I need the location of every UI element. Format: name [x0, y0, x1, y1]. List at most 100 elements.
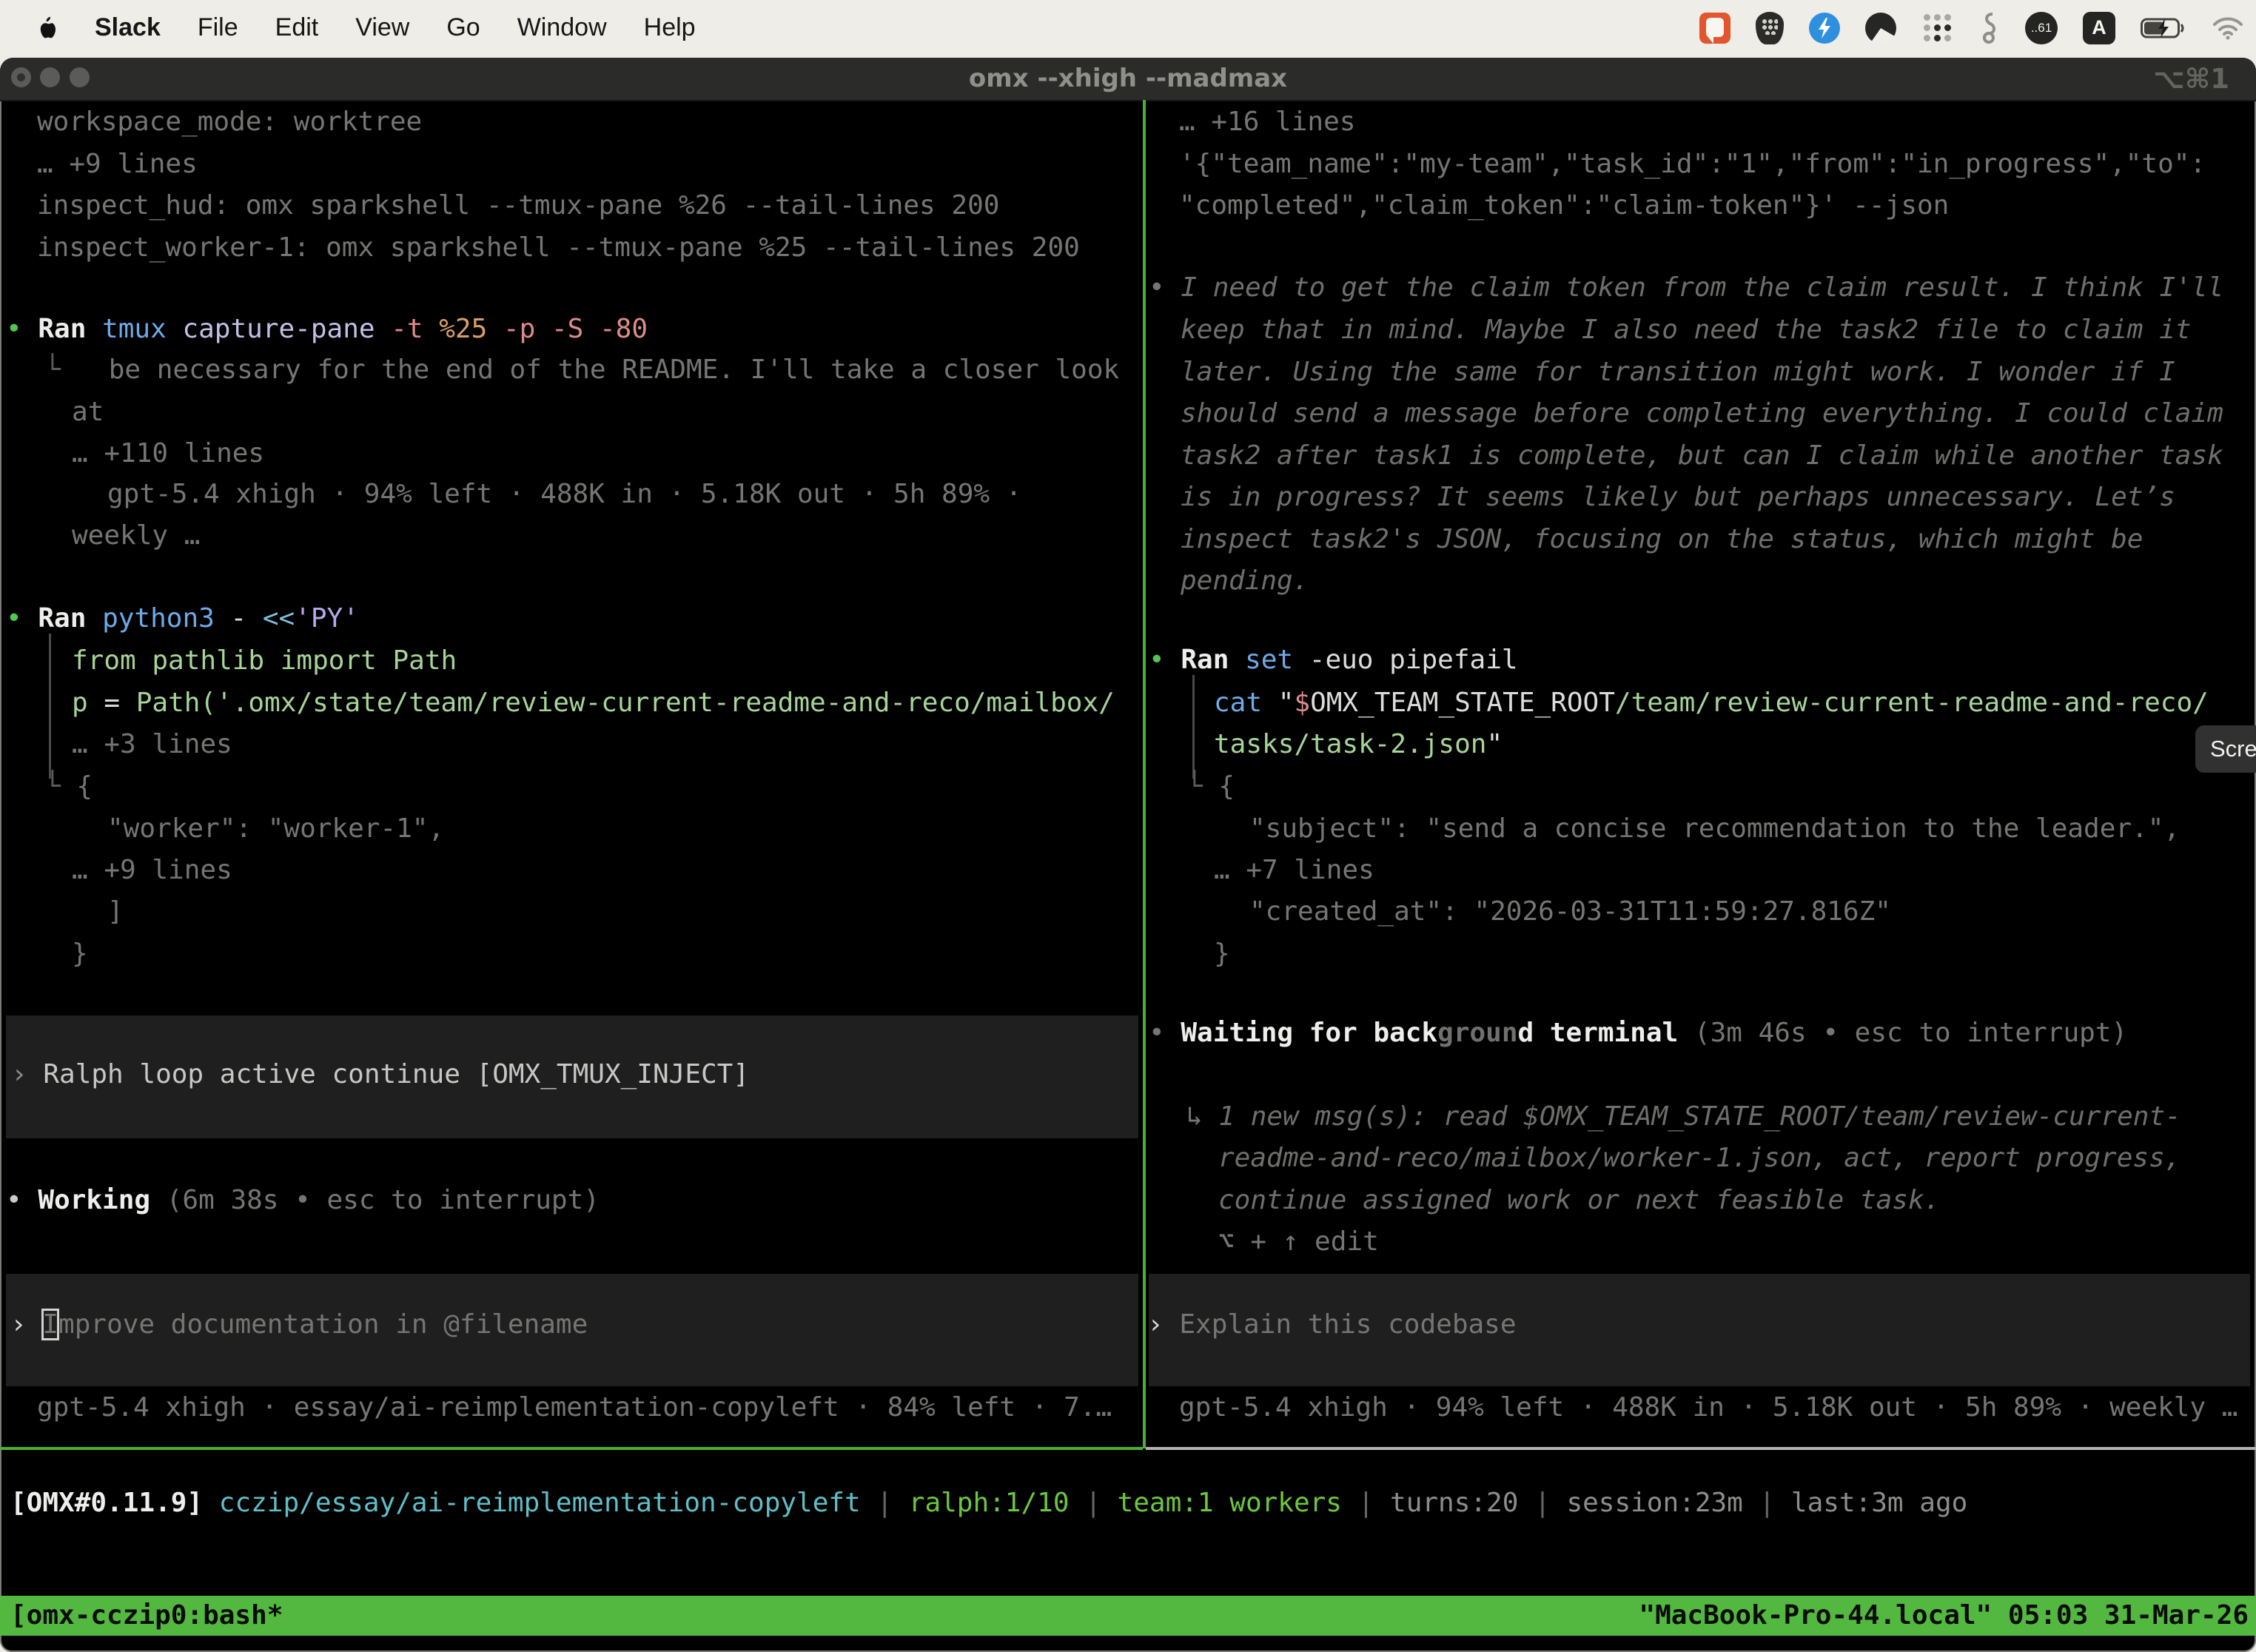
terminal-line: ↳ 1 new msg(s): read $OMX_TEAM_STATE_ROO… [1186, 1100, 2181, 1134]
terminal-line: … +16 lines [1179, 105, 1355, 139]
terminal-line: inspect task2's JSON, focusing on the st… [1181, 523, 2143, 557]
term-segment: groun [1437, 1018, 1517, 1048]
terminal-line: gpt-5.4 xhigh · essay/ai-reimplementatio… [37, 1391, 1112, 1425]
terminal-line: • Ran tmux capture-pane -t %25 -p -S -80 [6, 312, 648, 346]
term-segment [86, 314, 102, 344]
terminal-line: should send a message before completing … [1181, 397, 2223, 431]
term-segment: • [1149, 645, 1181, 675]
term-segment: • [1149, 272, 1181, 303]
terminal-line: weekly … [72, 519, 200, 553]
battery-charging-icon[interactable] [2141, 17, 2186, 39]
terminal-line: cat "$OMX_TEAM_STATE_ROOT/team/review-cu… [1214, 686, 2209, 720]
apple-icon[interactable] [33, 13, 58, 43]
term-segment: (3m 46s • esc to interrupt) [1678, 1018, 2127, 1048]
term-segment: └ [44, 355, 61, 385]
terminal-line: task2 after task1 is complete, but can I… [1181, 439, 2223, 473]
term-segment: - [215, 603, 263, 634]
blue-bolt-icon[interactable] [1809, 13, 1840, 44]
terminal-line: workspace_mode: worktree [37, 105, 422, 139]
terminal-line: keep that in mind. Maybe I also need the… [1181, 313, 2191, 347]
term-segment: later. Using the same for transition mig… [1181, 357, 2175, 387]
menu-item-go[interactable]: Go [446, 13, 480, 42]
menu-item-file[interactable]: File [198, 13, 238, 42]
term-segment: /team/review-current-readme-and-reco/ [1615, 688, 2209, 718]
term-segment: • [6, 603, 38, 634]
omx-status-line: [OMX#0.11.9] cczip/essay/ai-reimplementa… [10, 1486, 1967, 1520]
window-shortcut-badge: ⌥⌘1 [2153, 58, 2229, 100]
term-segment: | [1743, 1488, 1791, 1518]
pie-circle-icon[interactable] [1865, 13, 1896, 44]
window-title-bar: omx --xhigh --madmax ⌥⌘1 [0, 58, 2256, 101]
right-pane-bottom-border [1146, 1447, 2256, 1450]
term-segment: mprove documentation in @filename [58, 1309, 588, 1340]
terminal-line: … +110 lines [72, 437, 264, 471]
term-segment: | [1342, 1488, 1390, 1518]
term-segment: weekly … [72, 520, 200, 551]
term-segment: -p -S -80 [487, 314, 648, 344]
term-segment: Waiting for back [1181, 1018, 1437, 1048]
terminal-line: p = Path('.omx/state/team/review-current… [72, 686, 1115, 720]
term-segment: Ran [1181, 645, 1229, 675]
menu-item-app-name[interactable]: Slack [95, 13, 161, 42]
term-segment: › [10, 1309, 42, 1340]
term-segment: " [1486, 729, 1503, 759]
terminal-line: • Working (6m 38s • esc to interrupt) [6, 1183, 600, 1218]
terminal-line: "created_at": "2026-03-31T11:59:27.816Z" [1249, 895, 1891, 929]
term-segment: Path('.omx/state/team/review-current-rea… [136, 688, 1115, 718]
menu-bar: Slack File Edit View Go Window Help ..61 [0, 0, 2256, 56]
terminal-line: … +9 lines [72, 853, 232, 887]
menu-left: Slack File Edit View Go Window Help [0, 13, 696, 43]
terminal-line: gpt-5.4 xhigh · 94% left · 488K in · 5.1… [107, 477, 1021, 511]
terminal-line: … +9 lines [37, 147, 198, 181]
term-segment: › [11, 1059, 27, 1089]
chat-app-icon[interactable] [1699, 13, 1730, 44]
term-segment: tasks/task-2.json [1214, 729, 1486, 759]
term-segment: › [1147, 1309, 1179, 1340]
terminal-line: … +3 lines [72, 728, 232, 762]
term-segment: ⌥ + ↑ edit [1218, 1226, 1379, 1257]
term-segment: OMX_TEAM_STATE_ROOT [1310, 688, 1615, 718]
term-segment [203, 1488, 219, 1518]
terminal-line: later. Using the same for transition mig… [1181, 355, 2175, 389]
terminal-window: omx --xhigh --madmax ⌥⌘1 workspace_mode:… [0, 58, 2256, 1652]
term-segment: [OMX#0.11.9] [10, 1488, 203, 1518]
terminal-line: ] [107, 895, 124, 929]
term-segment: I need to get the claim token from the c… [1181, 272, 2223, 303]
term-segment: … +16 lines [1179, 107, 1355, 137]
term-segment: … +110 lines [72, 438, 264, 469]
wifi-icon[interactable] [2212, 16, 2244, 41]
term-segment: inspect_hud: omx sparkshell --tmux-pane … [37, 190, 999, 221]
a-key-icon[interactable]: A [2083, 12, 2115, 44]
menu-item-edit[interactable]: Edit [275, 13, 319, 42]
term-segment: } [1214, 939, 1230, 969]
menu-item-view[interactable]: View [355, 13, 409, 42]
term-segment: Explain this codebase [1179, 1309, 1516, 1340]
terminal-line: } [1214, 937, 1230, 971]
term-segment: gpt-5.4 xhigh · 94% left · 488K in · 5.1… [107, 479, 1021, 509]
pane-divider[interactable] [1143, 100, 1146, 1448]
command-output-connector [1192, 675, 1195, 779]
tmux-host-clock: "MacBook-Pro-44.local" 05:03 31-Mar-26 [1639, 1596, 2249, 1636]
screen-notification-overlay[interactable]: Scre [2195, 725, 2256, 773]
term-segment: | [1070, 1488, 1118, 1518]
menu-item-help[interactable]: Help [644, 13, 696, 42]
squiggle-icon[interactable] [1978, 11, 2000, 45]
term-segment: %25 [423, 314, 488, 344]
term-segment: last:3m ago [1791, 1488, 1967, 1518]
term-segment: should send a message before completing … [1181, 398, 2223, 429]
circle-badge-icon[interactable]: ..61 [2025, 12, 2058, 44]
screen: Slack File Edit View Go Window Help ..61 [0, 0, 2256, 1652]
command-output-connector [49, 634, 51, 779]
term-segment: | [1518, 1488, 1566, 1518]
dots-grid-icon[interactable] [1921, 13, 1953, 44]
shield-icon[interactable] [1756, 12, 1784, 44]
term-segment: '{"team_name":"my-team","task_id":"1","f… [1179, 149, 2206, 179]
menu-item-window[interactable]: Window [517, 13, 607, 42]
term-segment: pending. [1181, 565, 1309, 596]
term-segment: is in progress? It seems likely but perh… [1181, 482, 2175, 512]
term-segment: " [1262, 688, 1294, 718]
term-segment: … +3 lines [72, 729, 232, 759]
term-segment: (6m 38s • esc to interrupt) [150, 1185, 600, 1215]
term-segment: ] [107, 896, 124, 927]
term-segment: $ [1294, 688, 1310, 718]
